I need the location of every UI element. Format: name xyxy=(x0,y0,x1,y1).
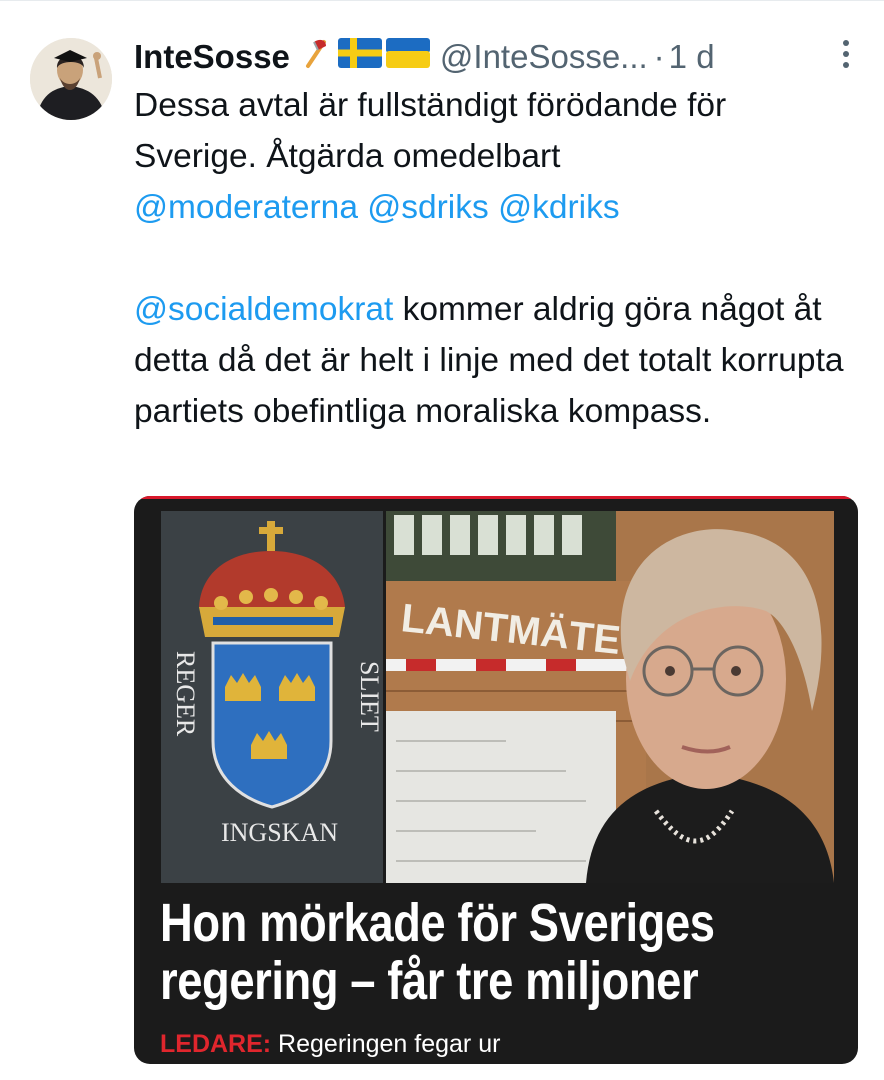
woman-photo: LANTMÄTE xyxy=(386,511,834,883)
axe-emoji-icon xyxy=(300,36,334,78)
card-top-accent xyxy=(134,496,858,499)
timestamp[interactable]: 1 d xyxy=(669,38,715,76)
sweden-flag-emoji-icon xyxy=(337,38,382,76)
tweet-header: InteSosse @InteSosse... · 1 d xyxy=(134,32,864,82)
mention-row: @moderaterna @sdriks @kdriks xyxy=(134,182,854,233)
card-sub-label: LEDARE: xyxy=(160,1030,272,1058)
tweet-text: Dessa avtal är fullständigt förödande fö… xyxy=(134,80,854,437)
emblem-photo: REGER INGSKAN SLIET xyxy=(161,511,383,883)
tweet-text-line1: Dessa avtal är fullständigt förödande fö… xyxy=(134,87,727,175)
emblem-lettering-right: SLIET xyxy=(355,661,383,732)
mention-kdriks[interactable]: @kdriks xyxy=(498,189,620,226)
card-headline: Hon mörkade för Sveriges regering – får … xyxy=(160,893,715,1011)
avatar-portrait-image xyxy=(30,38,112,120)
more-vertical-icon[interactable] xyxy=(836,40,856,74)
mention-sdriks[interactable]: @sdriks xyxy=(367,189,489,226)
card-subline: LEDARE: Regeringen fegar ur xyxy=(160,1030,500,1059)
emblem-lettering-left: REGER xyxy=(171,651,200,737)
ukraine-flag-emoji-icon xyxy=(385,38,430,76)
mention-socialdemokrat[interactable]: @socialdemokrat xyxy=(134,291,393,328)
separator-dot: · xyxy=(653,38,665,75)
tweet-text-paragraph2: @socialdemokrat kommer aldrig göra något… xyxy=(134,284,854,437)
top-divider xyxy=(0,0,884,1)
display-name[interactable]: InteSosse xyxy=(134,38,290,76)
media-card[interactable]: REGER INGSKAN SLIET LANTMÄTE Hon mörkade… xyxy=(134,496,858,1064)
card-sub-text: Regeringen fegar ur xyxy=(271,1030,501,1058)
avatar[interactable] xyxy=(30,38,112,120)
mention-moderaterna[interactable]: @moderaterna xyxy=(134,189,358,226)
user-handle[interactable]: @InteSosse... xyxy=(440,38,648,76)
emblem-lettering-bottom: INGSKAN xyxy=(221,818,338,847)
